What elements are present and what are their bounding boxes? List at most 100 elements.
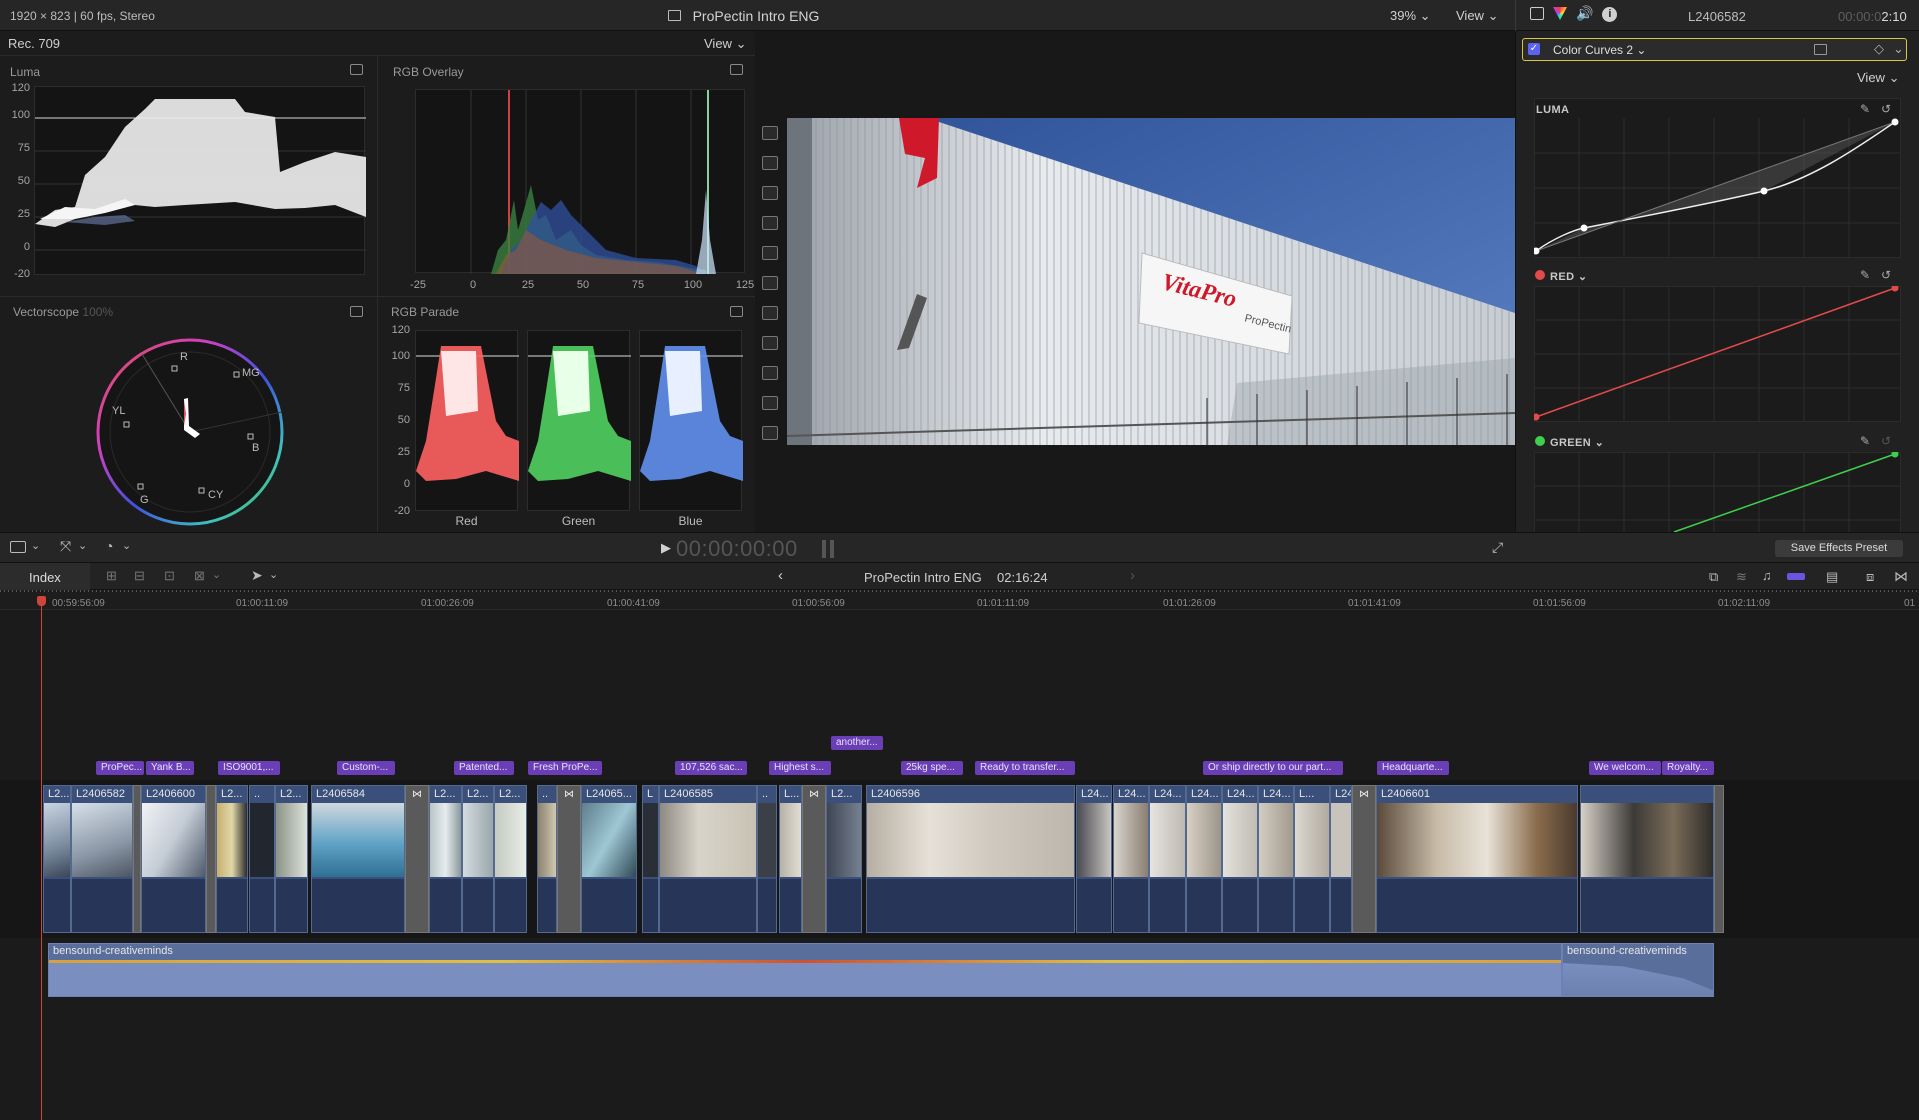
video-clip[interactable]: L24065... bbox=[581, 785, 637, 933]
viewer-strip-button[interactable] bbox=[762, 336, 778, 350]
transition[interactable]: ⋈ bbox=[802, 785, 826, 933]
video-clip[interactable]: L2... bbox=[43, 785, 71, 933]
video-clip[interactable]: L2... bbox=[429, 785, 462, 933]
title-clip[interactable]: Ready to transfer... bbox=[975, 761, 1075, 775]
effect-enable-checkbox[interactable]: ✓ bbox=[1528, 43, 1540, 55]
title-clip[interactable]: We welcom... bbox=[1589, 761, 1661, 775]
color-inspector-icon[interactable] bbox=[1553, 7, 1567, 20]
viewer-strip-button[interactable] bbox=[762, 126, 778, 140]
title-clip[interactable]: 25kg spe... bbox=[901, 761, 963, 775]
viewer-strip-button[interactable] bbox=[762, 276, 778, 290]
video-clip[interactable]: L2... bbox=[826, 785, 862, 933]
chevron-down-icon[interactable]: ⌄ bbox=[78, 539, 87, 552]
reset-icon[interactable]: ↺ bbox=[1881, 102, 1891, 116]
title-clip[interactable]: Fresh ProPe... bbox=[528, 761, 602, 775]
title-clip[interactable]: another... bbox=[831, 736, 883, 750]
scope-settings-icon[interactable] bbox=[350, 306, 363, 317]
viewer-strip-button[interactable] bbox=[762, 216, 778, 230]
inspector-view-menu[interactable]: View ⌄ bbox=[1857, 70, 1899, 86]
video-clip[interactable]: .. bbox=[537, 785, 557, 933]
video-clip[interactable]: L bbox=[642, 785, 659, 933]
transition[interactable]: ⋈ bbox=[1352, 785, 1376, 933]
video-clip[interactable]: .. bbox=[757, 785, 777, 933]
playhead-handle[interactable] bbox=[37, 596, 46, 606]
eyedropper-icon[interactable]: ✎ bbox=[1860, 434, 1870, 448]
video-clip[interactable]: L24... bbox=[1076, 785, 1112, 933]
insert-clip-icon[interactable]: ⊟ bbox=[134, 568, 145, 584]
video-clip[interactable]: L... bbox=[1294, 785, 1330, 933]
viewer-strip-button[interactable] bbox=[762, 396, 778, 410]
title-clip[interactable]: ProPec... bbox=[96, 761, 144, 775]
timeline-ruler[interactable]: 00:59:56:09 01:00:11:09 01:00:26:09 01:0… bbox=[0, 590, 1919, 610]
viewer-strip-button[interactable] bbox=[762, 186, 778, 200]
title-clip[interactable]: 107,526 sac... bbox=[675, 761, 747, 775]
play-button[interactable]: ▶ bbox=[661, 540, 671, 556]
eyedropper-icon[interactable]: ✎ bbox=[1860, 102, 1870, 116]
transition[interactable] bbox=[206, 785, 216, 933]
effect-name[interactable]: Color Curves 2 ⌄ bbox=[1553, 43, 1646, 57]
append-clip-icon[interactable]: ⊡ bbox=[164, 568, 175, 584]
audio-skimming-icon[interactable]: ≋ bbox=[1736, 569, 1747, 585]
chevron-down-icon[interactable]: ⌄ bbox=[1893, 41, 1904, 57]
video-clip[interactable]: L2406601 bbox=[1376, 785, 1578, 933]
eyedropper-icon[interactable]: ✎ bbox=[1860, 268, 1870, 282]
back-arrow-icon[interactable]: ‹ bbox=[778, 567, 783, 584]
video-clip[interactable]: L2406601 bbox=[1330, 785, 1352, 933]
viewer-frame[interactable]: VitaPro ProPectin 4 bbox=[787, 118, 1515, 445]
viewer-strip-button[interactable] bbox=[762, 246, 778, 260]
viewer-view-menu[interactable]: View ⌄ bbox=[1456, 8, 1498, 24]
red-curve-label[interactable]: RED ⌄ bbox=[1550, 270, 1588, 283]
viewer-strip-button[interactable] bbox=[762, 306, 778, 320]
video-clip[interactable]: L2... bbox=[462, 785, 494, 933]
transform-tool-icon[interactable]: ⤧ bbox=[60, 538, 71, 555]
title-clip[interactable]: Headquarte... bbox=[1377, 761, 1449, 775]
overwrite-clip-icon[interactable]: ⊠ bbox=[194, 568, 205, 584]
reset-icon[interactable]: ↺ bbox=[1881, 434, 1891, 448]
title-clip[interactable]: Or ship directly to our part... bbox=[1203, 761, 1343, 775]
video-clip[interactable]: L24... bbox=[1113, 785, 1149, 933]
scope-settings-icon[interactable] bbox=[730, 306, 743, 317]
video-clip[interactable]: L24... bbox=[1222, 785, 1258, 933]
chevron-down-icon[interactable]: ⌄ bbox=[31, 539, 40, 552]
keyframe-icon[interactable]: ◇ bbox=[1874, 41, 1884, 57]
fullscreen-icon[interactable]: ⤢ bbox=[1492, 539, 1503, 556]
connect-clip-icon[interactable]: ⊞ bbox=[106, 568, 117, 584]
video-clip[interactable]: .. bbox=[249, 785, 275, 933]
audio-inspector-icon[interactable]: 🔊 bbox=[1576, 6, 1593, 22]
clip-skimming-icon[interactable]: ⧉ bbox=[1709, 569, 1718, 585]
transition[interactable] bbox=[1714, 785, 1724, 933]
reset-icon[interactable]: ↺ bbox=[1881, 268, 1891, 282]
viewer-strip-button[interactable] bbox=[762, 426, 778, 440]
title-clip[interactable]: ISO9001,... bbox=[218, 761, 280, 775]
index-button[interactable]: Index bbox=[29, 570, 61, 585]
playhead[interactable] bbox=[41, 596, 42, 1120]
title-clip[interactable]: Highest s... bbox=[769, 761, 831, 775]
title-clip[interactable]: Patented... bbox=[454, 761, 514, 775]
video-clip[interactable]: L24... bbox=[1258, 785, 1294, 933]
zoom-menu[interactable]: 39% ⌄ bbox=[1390, 8, 1431, 24]
save-effects-preset-button[interactable]: Save Effects Preset bbox=[1775, 540, 1903, 557]
title-clip[interactable]: Royalty... bbox=[1662, 761, 1714, 775]
viewer-display-icon[interactable] bbox=[10, 541, 26, 553]
video-clip[interactable]: L... bbox=[779, 785, 802, 933]
viewer-strip-button[interactable] bbox=[762, 366, 778, 380]
video-clip[interactable]: L2... bbox=[275, 785, 308, 933]
speed-icon[interactable]: ◔ bbox=[105, 538, 113, 554]
video-clip[interactable] bbox=[1580, 785, 1714, 933]
green-curve-label[interactable]: GREEN ⌄ bbox=[1550, 436, 1604, 449]
effects-browser-icon[interactable]: ⧈ bbox=[1866, 569, 1874, 585]
scope-settings-icon[interactable] bbox=[730, 64, 743, 75]
scope-settings-icon[interactable] bbox=[350, 64, 363, 75]
video-clip[interactable]: L2406584 bbox=[311, 785, 405, 933]
clip-appearance-icon[interactable]: ▤ bbox=[1826, 569, 1838, 585]
video-clip[interactable]: L2406596 bbox=[866, 785, 1075, 933]
video-clip[interactable]: L2... bbox=[494, 785, 527, 933]
snapping-icon[interactable] bbox=[1787, 573, 1805, 580]
title-clip[interactable]: Yank B... bbox=[146, 761, 194, 775]
scopes-view-menu[interactable]: View ⌄ bbox=[704, 36, 746, 52]
transition[interactable] bbox=[133, 785, 141, 933]
forward-arrow-icon[interactable]: › bbox=[1130, 567, 1135, 584]
effect-header[interactable]: ✓ Color Curves 2 ⌄ ◇ ⌄ bbox=[1522, 38, 1907, 61]
chevron-down-icon[interactable]: ⌄ bbox=[212, 568, 221, 581]
info-inspector-icon[interactable]: i bbox=[1602, 7, 1618, 22]
